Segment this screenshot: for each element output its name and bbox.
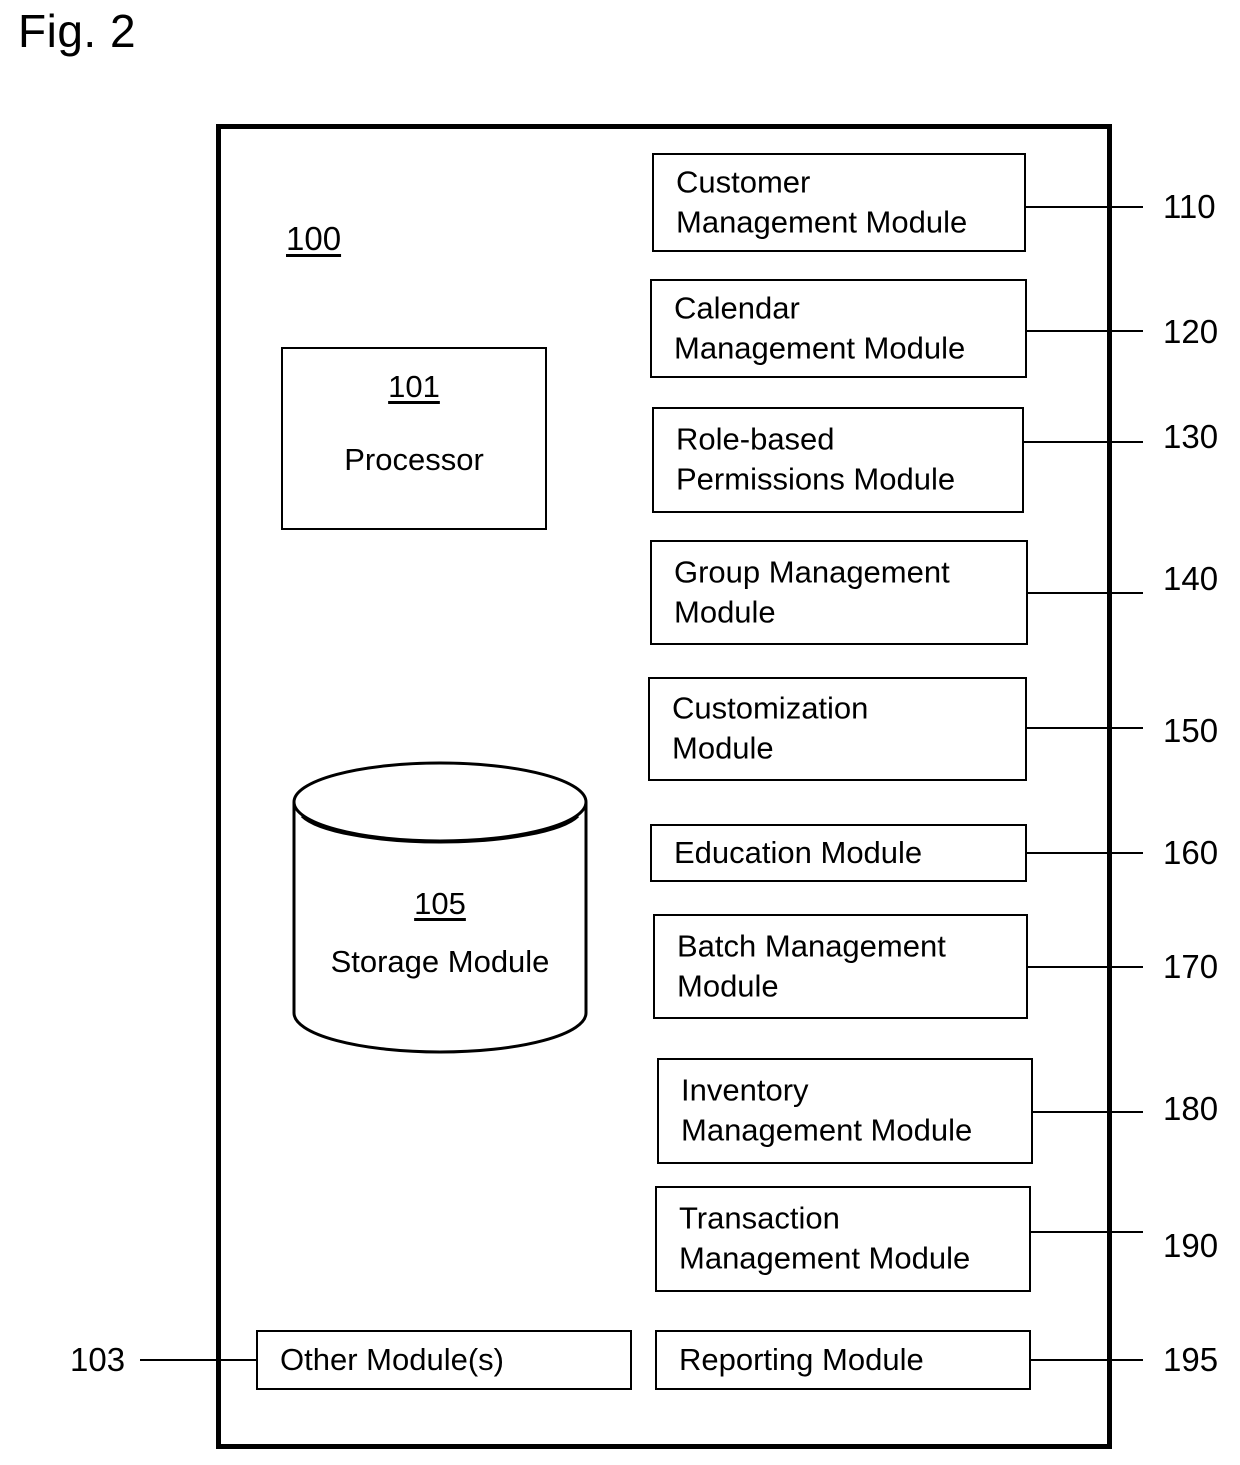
module-label-calendar-management: Calendar Management Module <box>674 290 966 366</box>
system-reference-numeral: 100 <box>286 220 342 257</box>
module-box-batch-management: Batch Management Module <box>653 914 1028 1019</box>
reference-numeral-140: 140 <box>1163 560 1219 597</box>
reference-numeral-130: 130 <box>1163 418 1219 455</box>
module-label-customer-management: Customer Management Module <box>676 164 968 240</box>
module-label-transaction-management: Transaction Management Module <box>679 1200 971 1276</box>
reference-numeral-110: 110 <box>1163 188 1216 225</box>
reference-numeral-120: 120 <box>1163 313 1219 350</box>
module-box-group-management: Group Management Module <box>650 540 1028 645</box>
module-label-batch-management: Batch Management Module <box>677 928 946 1004</box>
module-label-reporting: Reporting Module <box>679 1341 924 1377</box>
module-box-reporting: Reporting Module <box>655 1330 1031 1390</box>
module-label-role-based-permissions: Role-based Permissions Module <box>676 421 956 497</box>
leader-line-150 <box>1027 727 1143 729</box>
module-label-group-management: Group Management Module <box>674 554 950 630</box>
module-box-education: Education Module <box>650 824 1027 882</box>
processor-label: Processor <box>344 442 484 477</box>
storage-module-label: Storage Module <box>330 944 550 979</box>
leader-line-110 <box>1026 206 1143 208</box>
leader-line-190 <box>1031 1231 1143 1233</box>
reference-numeral-150: 150 <box>1163 712 1219 749</box>
storage-module-text: 105 Storage Module <box>291 888 589 982</box>
module-label-education: Education Module <box>674 834 923 870</box>
storage-module-cylinder: 105 Storage Module <box>291 760 589 1055</box>
module-label-inventory-management: Inventory Management Module <box>681 1072 973 1148</box>
leader-line-195 <box>1031 1359 1143 1361</box>
reference-numeral-103: 103 <box>70 1341 126 1378</box>
leader-line-103 <box>140 1359 257 1361</box>
module-box-other-modules: Other Module(s) <box>256 1330 632 1390</box>
leader-line-130 <box>1024 441 1143 443</box>
module-label-customization: Customization Module <box>672 690 869 766</box>
reference-numeral-170: 170 <box>1163 948 1219 985</box>
module-box-calendar-management: Calendar Management Module <box>650 279 1027 378</box>
reference-numeral-190: 190 <box>1163 1227 1219 1264</box>
reference-numeral-195: 195 <box>1163 1341 1219 1378</box>
module-box-customization: Customization Module <box>648 677 1027 781</box>
reference-numeral-180: 180 <box>1163 1090 1219 1127</box>
processor-block: 101 Processor <box>281 347 547 530</box>
patent-figure-2: Fig. 2 100 101 Processor 105 Storage Mod… <box>0 0 1240 1465</box>
leader-line-170 <box>1028 966 1143 968</box>
leader-line-160 <box>1027 852 1143 854</box>
leader-line-180 <box>1033 1111 1143 1113</box>
leader-line-120 <box>1027 330 1143 332</box>
figure-caption: Fig. 2 <box>18 5 137 57</box>
leader-line-140 <box>1028 592 1143 594</box>
module-box-inventory-management: Inventory Management Module <box>657 1058 1033 1164</box>
module-box-transaction-management: Transaction Management Module <box>655 1186 1031 1292</box>
module-box-customer-management: Customer Management Module <box>652 153 1026 252</box>
processor-reference-numeral: 101 <box>388 369 440 404</box>
module-box-role-based-permissions: Role-based Permissions Module <box>652 407 1024 513</box>
storage-reference-numeral: 105 <box>414 886 466 921</box>
module-label-other-modules: Other Module(s) <box>280 1341 504 1377</box>
reference-numeral-160: 160 <box>1163 834 1219 871</box>
